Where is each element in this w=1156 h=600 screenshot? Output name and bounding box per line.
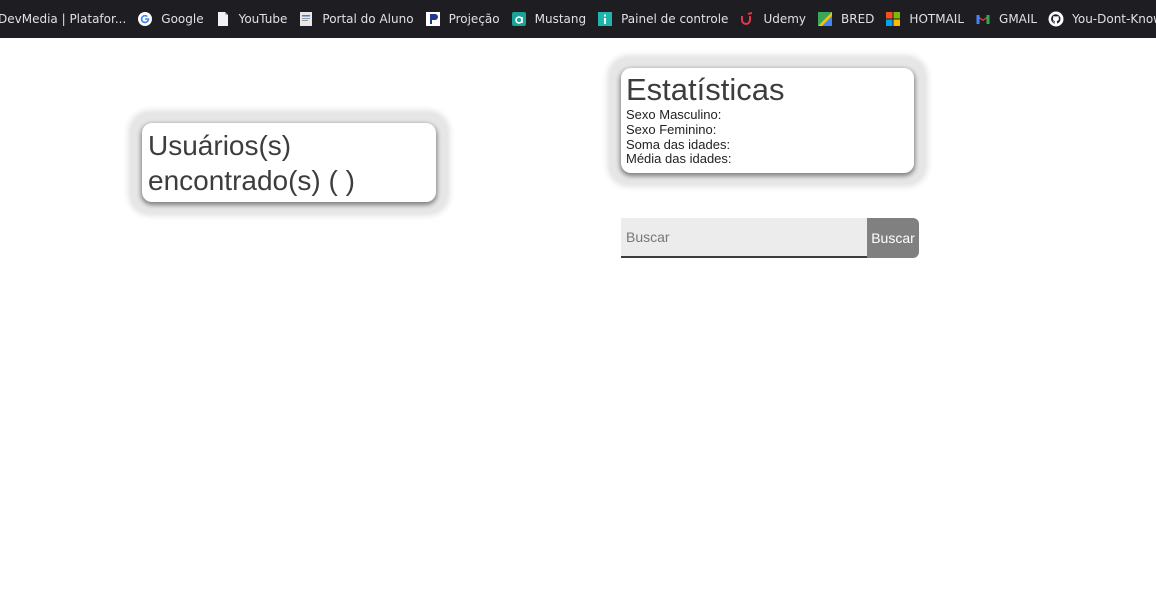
info-icon: [597, 11, 613, 27]
search-input[interactable]: [621, 218, 867, 258]
bookmark-udemy[interactable]: Udemy: [733, 0, 811, 38]
udemy-icon: [739, 11, 755, 27]
bookmark-label: HOTMAIL: [909, 12, 965, 26]
mustang-icon: [511, 11, 527, 27]
google-icon: [137, 11, 153, 27]
bookmark-label: BRED: [841, 12, 875, 26]
bookmark-label: YouTube: [238, 12, 288, 26]
bookmark-bred[interactable]: BRED: [811, 0, 879, 38]
users-found-title: Usuários(s) encontrado(s) ( ): [148, 130, 355, 196]
bookmark-label: Painel de controle: [621, 12, 729, 26]
bookmark-google[interactable]: Google: [131, 0, 208, 38]
male-count-label: Sexo Masculino:: [626, 107, 722, 122]
bookmark-label: Portal do Aluno: [322, 12, 414, 26]
document-icon: [215, 11, 231, 27]
search-button[interactable]: Buscar: [867, 218, 919, 258]
age-sum-label: Soma das idades:: [626, 136, 731, 152]
bookmark-painel-de-controle[interactable]: Painel de controle: [591, 0, 733, 38]
bookmark-mustang[interactable]: Mustang: [505, 0, 592, 38]
github-icon: [1048, 11, 1064, 27]
bred-icon: [817, 11, 833, 27]
search-bar: Buscar: [621, 218, 919, 258]
gmail-icon: [975, 11, 991, 27]
stats-card: Estatísticas Sexo Masculino: Sexo Femini…: [621, 68, 914, 173]
bookmark-gmail[interactable]: GMAIL: [969, 0, 1042, 38]
microsoft-icon: [885, 11, 901, 27]
bookmark-label: Google: [161, 12, 204, 26]
bookmark-label: GMAIL: [999, 12, 1038, 26]
page-icon: [298, 11, 314, 27]
bookmark-projecao[interactable]: Projeção: [419, 0, 505, 38]
bookmark-label: Projeção: [448, 12, 500, 26]
bookmark-label: You-Dont-Know-JS/...: [1072, 12, 1156, 26]
bookmark-hotmail[interactable]: HOTMAIL: [879, 0, 969, 38]
bookmark-label: Mustang: [534, 12, 587, 26]
bookmark-portal-do-aluno[interactable]: Portal do Aluno: [292, 0, 418, 38]
age-average-label: Média das idades:: [626, 151, 732, 167]
bookmarks-bar: DevMedia | Platafor... Google YouTube Po…: [0, 0, 1156, 38]
stats-title: Estatísticas: [626, 72, 785, 107]
bookmark-you-dont-know-js[interactable]: You-Dont-Know-JS/...: [1042, 0, 1156, 38]
bookmark-devmedia[interactable]: DevMedia | Platafor...: [0, 0, 131, 38]
bookmark-label: DevMedia | Platafor...: [0, 12, 127, 26]
female-count-label: Sexo Feminino:: [626, 121, 717, 137]
projecao-icon: [425, 11, 441, 27]
stats-card-frame: Estatísticas Sexo Masculino: Sexo Femini…: [611, 59, 924, 183]
users-card-frame: Usuários(s) encontrado(s) ( ): [132, 114, 446, 212]
users-card: Usuários(s) encontrado(s) ( ): [142, 123, 436, 202]
bookmark-youtube[interactable]: YouTube: [209, 0, 293, 38]
bookmark-label: Udemy: [763, 12, 807, 26]
